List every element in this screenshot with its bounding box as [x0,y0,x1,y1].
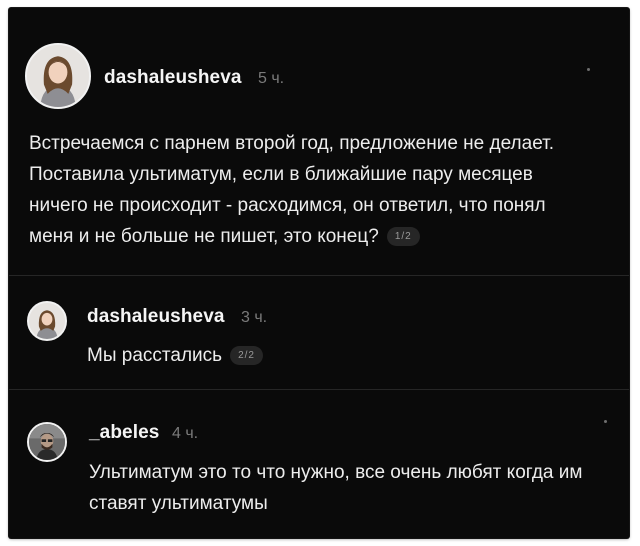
post-username[interactable]: dashaleusheva [87,306,225,328]
post-text: Ультиматум это то что нужно, все очень л… [89,462,583,514]
post-original: dashaleusheva 5 ч. Встречаемся с парнем … [9,8,629,273]
more-options-icon[interactable] [587,68,590,71]
post-timestamp: 5 ч. [258,70,285,87]
post-text: Мы расстались 2/2 [87,340,567,371]
avatar-woman-icon [27,45,89,107]
post-timestamp: 4 ч. [172,425,199,442]
post-username[interactable]: _abeles [89,422,159,444]
page-badge: 1/2 [386,227,420,247]
post-body: Встречаемся с парнем второй год, предлож… [29,133,555,247]
post-body: Мы расстались [87,345,223,366]
post-timestamp: 3 ч. [241,309,268,326]
avatar-man-icon [29,424,65,460]
post-text: Встречаемся с парнем второй год, предлож… [29,128,589,252]
avatar[interactable] [27,422,67,462]
post-reply: dashaleusheva 3 ч. Мы расстались 2/2 [9,276,629,388]
more-options-icon[interactable] [604,420,607,423]
avatar[interactable] [27,301,67,341]
post-comment: _abeles 4 ч. Ультиматум это то что нужно… [9,390,629,538]
page-badge: 2/2 [230,346,263,366]
thread-card: dashaleusheva 5 ч. Встречаемся с парнем … [9,8,629,538]
post-username[interactable]: dashaleusheva [104,67,242,89]
avatar[interactable] [25,43,91,109]
avatar-woman-icon [29,303,65,339]
